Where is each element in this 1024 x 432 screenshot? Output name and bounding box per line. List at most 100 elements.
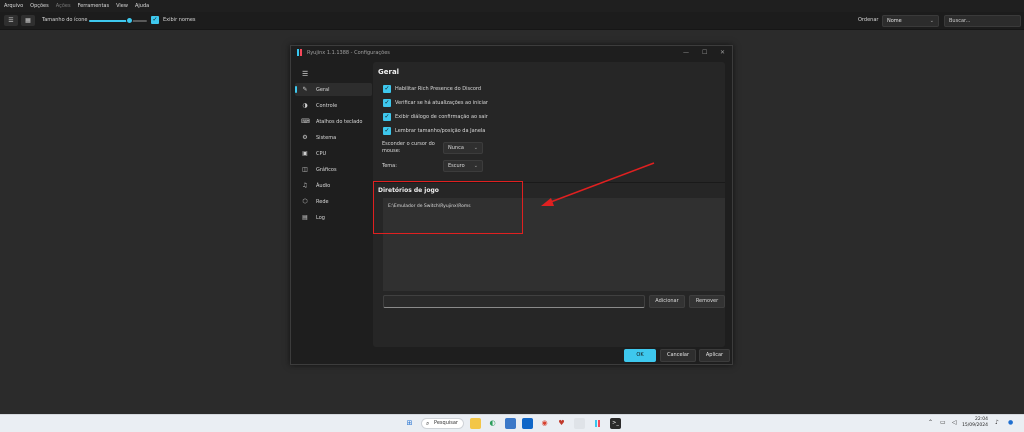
order-select-value: Nome bbox=[887, 18, 902, 24]
theme-value: Escuro bbox=[448, 163, 465, 169]
menu-opcoes[interactable]: Opções bbox=[30, 3, 49, 9]
nav-item-label: Geral bbox=[316, 86, 330, 93]
checkmark-icon: ✓ bbox=[383, 126, 391, 135]
checkmark-icon: ✓ bbox=[383, 112, 391, 121]
ok-button[interactable]: OK bbox=[624, 349, 656, 362]
wrench-icon: ✎ bbox=[302, 86, 308, 93]
notification-bell-icon[interactable]: ♪ bbox=[995, 419, 999, 426]
windows-start-icon[interactable]: ⊞ bbox=[404, 418, 415, 429]
nav-item-geral[interactable]: ✎ Geral bbox=[295, 83, 372, 96]
list-view-button[interactable]: ☰ bbox=[4, 15, 18, 26]
theme-select[interactable]: Escuro ⌄ bbox=[443, 160, 483, 172]
theme-label: Tema: bbox=[382, 163, 397, 169]
checkbox-label: Verificar se há atualizações ao iniciar bbox=[395, 99, 488, 106]
nav-item-label: Atalhos do teclado bbox=[316, 118, 363, 125]
hide-cursor-select[interactable]: Nunca ⌄ bbox=[443, 142, 483, 154]
taskbar-search[interactable]: ⌕ Pesquisar bbox=[421, 418, 464, 429]
grid-icon: ▦ bbox=[25, 17, 31, 24]
network-icon: ⬡ bbox=[302, 198, 308, 205]
chrome-icon[interactable]: ◉ bbox=[539, 418, 550, 429]
clock-date: 15/09/2024 bbox=[962, 423, 988, 428]
remove-dir-button[interactable]: Remover bbox=[689, 295, 725, 308]
nav-item-label: Controle bbox=[316, 102, 338, 109]
ryujinx-logo-icon bbox=[297, 49, 303, 56]
show-names-checkbox[interactable]: ✓ bbox=[151, 16, 159, 24]
nav-item-sistema[interactable]: ⚙ Sistema bbox=[295, 131, 372, 144]
file-explorer-icon[interactable] bbox=[470, 418, 481, 429]
section-heading-geral: Geral bbox=[378, 68, 400, 76]
checkmark-icon: ✓ bbox=[152, 16, 158, 23]
outlook-icon[interactable] bbox=[522, 418, 533, 429]
menu-acoes: Ações bbox=[55, 3, 71, 9]
clock[interactable]: 22:04 15/09/2024 bbox=[948, 417, 988, 429]
grid-view-button[interactable]: ▦ bbox=[21, 15, 35, 26]
checkbox-check-updates[interactable]: ✓ Verificar se há atualizações ao inicia… bbox=[383, 98, 488, 107]
apply-button[interactable]: Aplicar bbox=[699, 349, 730, 362]
maximize-icon[interactable]: ☐ bbox=[702, 49, 707, 56]
nav-item-cpu[interactable]: ▣ CPU bbox=[295, 147, 372, 160]
add-dir-button[interactable]: Adicionar bbox=[649, 295, 685, 308]
close-icon[interactable]: ✕ bbox=[720, 49, 725, 56]
show-names-label: Exibir nomes bbox=[163, 17, 196, 23]
nav-item-label: Rede bbox=[316, 198, 329, 205]
hide-cursor-value: Nunca bbox=[448, 145, 464, 151]
nav-item-label: Log bbox=[316, 214, 325, 221]
checkbox-discord-rich-presence[interactable]: ✓ Habilitar Rich Presence do Discord bbox=[383, 84, 481, 93]
order-select[interactable]: Nome ⌄ bbox=[882, 15, 939, 27]
checkbox-label: Lembrar tamanho/posição da Janela bbox=[395, 127, 486, 134]
minimize-icon[interactable]: — bbox=[683, 49, 689, 56]
nav-item-controle[interactable]: ◑ Controle bbox=[295, 99, 372, 112]
nav-item-label: Sistema bbox=[316, 134, 337, 141]
game-dir-path-input[interactable] bbox=[383, 295, 645, 308]
hide-cursor-label: Esconder o cursor do mouse: bbox=[382, 141, 435, 154]
search-icon: ⌕ bbox=[426, 420, 430, 427]
cpu-icon: ▣ bbox=[302, 150, 308, 157]
document-icon: ▤ bbox=[302, 214, 308, 221]
icon-size-slider[interactable] bbox=[89, 17, 147, 24]
graphics-icon: ◫ bbox=[302, 166, 308, 173]
settings-nav: ☰ ✎ Geral ◑ Controle ⌨ Atalhos do teclad… bbox=[293, 62, 372, 362]
terminal-icon[interactable]: >_ bbox=[610, 418, 621, 429]
dialog-title: Ryujinx 1.1.1388 - Configurações bbox=[307, 50, 390, 56]
list-icon: ☰ bbox=[8, 17, 14, 24]
nav-item-log[interactable]: ▤ Log bbox=[295, 211, 372, 224]
network-tray-icon[interactable]: ▭ bbox=[940, 419, 946, 426]
photos-icon[interactable]: ♥ bbox=[556, 418, 567, 429]
menu-bar: Arquivo Opções Ações Ferramentas View Aj… bbox=[0, 0, 1024, 12]
checkbox-label: Habilitar Rich Presence do Discord bbox=[395, 85, 482, 92]
dialog-titlebar[interactable]: Ryujinx 1.1.1388 - Configurações — ☐ ✕ bbox=[291, 46, 732, 59]
nav-item-atalhos[interactable]: ⌨ Atalhos do teclado bbox=[295, 115, 372, 128]
color-app-icon[interactable]: ● bbox=[1008, 419, 1013, 426]
menu-view[interactable]: View bbox=[116, 3, 128, 9]
taskbar-search-label: Pesquisar bbox=[434, 420, 458, 426]
nav-item-label: Áudio bbox=[316, 182, 331, 189]
menu-ferramentas[interactable]: Ferramentas bbox=[78, 3, 110, 9]
chevron-up-icon[interactable]: ⌃ bbox=[928, 419, 933, 426]
chevron-down-icon: ⌄ bbox=[473, 145, 478, 151]
menu-ajuda[interactable]: Ajuda bbox=[135, 3, 149, 9]
app-icon[interactable] bbox=[574, 418, 585, 429]
checkbox-label: Exibir diálogo de confirmação ao sair bbox=[395, 113, 488, 120]
checkbox-remember-window[interactable]: ✓ Lembrar tamanho/posição da Janela bbox=[383, 126, 485, 135]
checkbox-confirm-exit[interactable]: ✓ Exibir diálogo de confirmação ao sair bbox=[383, 112, 488, 121]
order-label: Ordenar bbox=[858, 17, 879, 23]
icon-size-slider-fill bbox=[89, 20, 130, 22]
icon-size-slider-thumb[interactable] bbox=[126, 17, 134, 24]
music-note-icon: ♫ bbox=[302, 182, 308, 189]
store-icon[interactable] bbox=[505, 418, 516, 429]
search-input[interactable]: Buscar... bbox=[944, 15, 1021, 27]
menu-arquivo[interactable]: Arquivo bbox=[4, 3, 23, 9]
annotation-highlight-box bbox=[373, 181, 523, 234]
toolbar: ☰ ▦ Tamanho do ícone ✓ Exibir nomes Orde… bbox=[0, 12, 1024, 30]
nav-item-rede[interactable]: ⬡ Rede bbox=[295, 195, 372, 208]
hamburger-icon[interactable]: ☰ bbox=[302, 70, 308, 78]
icon-size-label: Tamanho do ícone bbox=[42, 17, 88, 23]
gear-icon: ⚙ bbox=[302, 134, 308, 141]
nav-item-label: CPU bbox=[316, 150, 327, 157]
ryujinx-taskbar-icon[interactable] bbox=[592, 418, 603, 429]
edge-browser-icon[interactable]: ◐ bbox=[487, 418, 498, 429]
chevron-down-icon: ⌄ bbox=[929, 18, 934, 24]
nav-item-graficos[interactable]: ◫ Gráficos bbox=[295, 163, 372, 176]
nav-item-audio[interactable]: ♫ Áudio bbox=[295, 179, 372, 192]
cancel-button[interactable]: Cancelar bbox=[660, 349, 696, 362]
